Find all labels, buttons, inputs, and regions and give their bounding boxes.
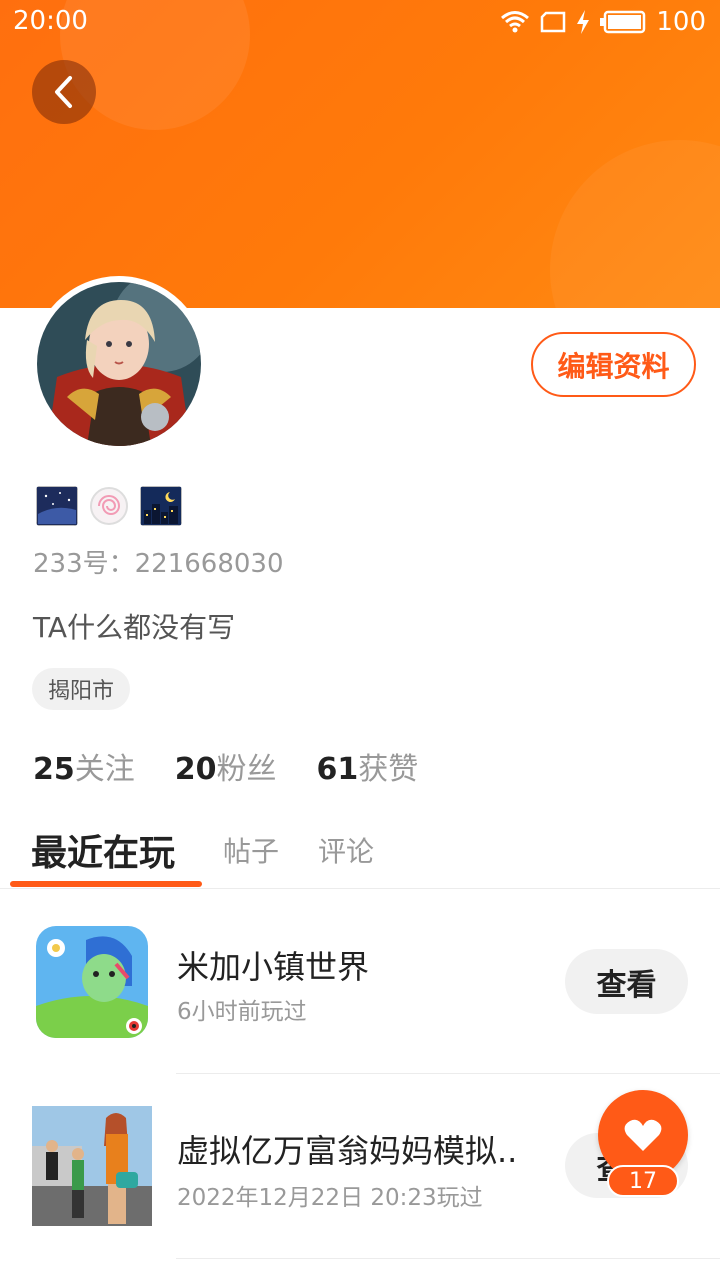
status-icons: 100 bbox=[500, 6, 706, 38]
tab-recently-played[interactable]: 最近在玩 bbox=[31, 824, 175, 876]
billionaire-mom-game-icon bbox=[32, 1106, 152, 1226]
badge-list bbox=[36, 486, 182, 526]
user-id: 233号：221668030 bbox=[33, 549, 284, 579]
wifi-icon bbox=[501, 11, 530, 33]
chevron-left-icon bbox=[55, 76, 72, 108]
profile-header-background bbox=[0, 0, 720, 308]
heart-icon bbox=[624, 1119, 662, 1151]
stat-followers[interactable]: 20粉丝 bbox=[175, 744, 277, 788]
battery-icon bbox=[600, 10, 646, 34]
avatar-image bbox=[37, 282, 201, 446]
battery-level: 100 bbox=[656, 7, 706, 37]
active-tab-indicator bbox=[10, 881, 202, 887]
sim-card-icon bbox=[541, 11, 566, 33]
tab-posts[interactable]: 帖子 bbox=[223, 830, 279, 870]
game-played-time: 2022年12月22日 20:23玩过 bbox=[177, 1185, 483, 1211]
like-count-badge: 17 bbox=[607, 1165, 679, 1197]
stat-likes[interactable]: 61获赞 bbox=[317, 744, 419, 788]
status-time: 20:00 bbox=[13, 6, 88, 36]
stats-row: 25关注 20粉丝 61获赞 bbox=[33, 744, 418, 788]
tab-comments[interactable]: 评论 bbox=[318, 830, 374, 870]
header-decoration bbox=[550, 140, 720, 308]
edit-profile-button[interactable]: 编辑资料 bbox=[531, 332, 696, 397]
stat-likes-label: 获赞 bbox=[358, 752, 419, 787]
game-played-time: 6小时前玩过 bbox=[177, 999, 307, 1025]
stat-followers-count: 20 bbox=[174, 752, 217, 787]
game-title: 米加小镇世界 bbox=[177, 948, 370, 986]
night-city-badge-icon bbox=[140, 486, 182, 526]
game-title: 虚拟亿万富翁妈妈模拟.. bbox=[177, 1132, 518, 1170]
stat-following[interactable]: 25关注 bbox=[33, 744, 135, 788]
user-bio: TA什么都没有写 bbox=[33, 611, 236, 644]
list-divider bbox=[176, 1258, 720, 1259]
starry-sky-badge-icon bbox=[36, 486, 78, 526]
avatar[interactable] bbox=[31, 276, 207, 452]
status-bar: 20:00 100 bbox=[0, 0, 720, 44]
back-button[interactable] bbox=[32, 60, 96, 124]
toca-world-game-icon bbox=[36, 926, 148, 1038]
view-game-button[interactable]: 查看 bbox=[565, 949, 688, 1014]
stat-followers-label: 粉丝 bbox=[216, 752, 277, 787]
stat-following-label: 关注 bbox=[74, 752, 135, 787]
profile-tabs: 最近在玩 帖子 评论 bbox=[0, 820, 720, 889]
charging-icon bbox=[577, 10, 590, 34]
swirl-candy-badge-icon bbox=[88, 486, 130, 526]
stat-likes-count: 61 bbox=[316, 752, 359, 787]
stat-following-count: 25 bbox=[33, 752, 75, 787]
game-list-item[interactable]: 米加小镇世界 6小时前玩过 查看 bbox=[0, 890, 720, 1074]
location-tag: 揭阳市 bbox=[32, 668, 131, 710]
